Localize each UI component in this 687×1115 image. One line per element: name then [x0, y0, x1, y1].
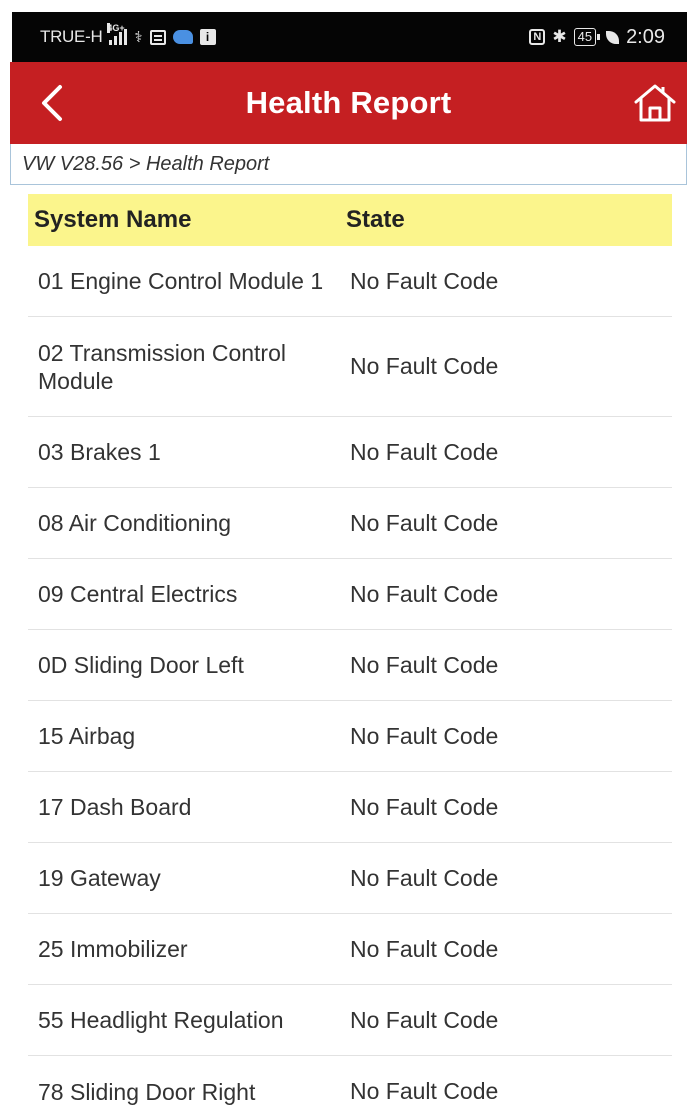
system-name-cell: 01 Engine Control Module 1: [38, 268, 324, 294]
carrier-name: TRUE-H: [40, 27, 103, 46]
battery-icon: 45: [573, 28, 601, 46]
clock: 2:09: [626, 25, 665, 48]
notes-icon: [149, 29, 166, 45]
network-type: 4G+: [107, 23, 125, 33]
state-cell: No Fault Code: [350, 864, 499, 891]
chevron-left-icon: [42, 85, 62, 121]
status-bar: TRUE-H 4G+ ⚕ i N ✱ 45 2:09: [12, 12, 687, 62]
table-row[interactable]: 19 Gateway No Fault Code: [28, 843, 672, 914]
power-saving-icon: [606, 30, 620, 44]
home-button[interactable]: [633, 82, 677, 124]
table-row[interactable]: 25 Immobilizer No Fault Code: [28, 914, 672, 985]
system-name-cell: 55 Headlight Regulation: [38, 1007, 284, 1033]
state-cell: No Fault Code: [350, 438, 499, 465]
system-name-cell: 19 Gateway: [38, 865, 161, 891]
system-name-cell: 78 Sliding Door Right: [38, 1078, 256, 1105]
state-cell: No Fault Code: [350, 1006, 499, 1033]
column-header-system-name: System Name: [34, 206, 192, 233]
bluetooth-icon: ✱: [552, 27, 567, 46]
signal-icon: 4G+: [107, 23, 128, 45]
info-icon: i: [199, 29, 216, 45]
system-name-cell: 25 Immobilizer: [38, 936, 188, 962]
table-row[interactable]: 02 Transmission Control Module No Fault …: [28, 317, 672, 417]
system-name-cell: 17 Dash Board: [38, 794, 192, 820]
state-cell: No Fault Code: [350, 509, 499, 536]
table-row[interactable]: 09 Central Electrics No Fault Code: [28, 559, 672, 630]
state-cell: No Fault Code: [350, 793, 499, 820]
table-row[interactable]: 08 Air Conditioning No Fault Code: [28, 488, 672, 559]
home-icon: [634, 84, 676, 122]
health-app-icon: [172, 30, 193, 44]
table-row[interactable]: 78 Sliding Door Right No Fault Code: [28, 1056, 672, 1115]
page-title: Health Report: [245, 85, 452, 120]
nfc-icon: N: [529, 29, 546, 45]
system-name-cell: 0D Sliding Door Left: [38, 652, 244, 678]
system-name-cell: 03 Brakes 1: [38, 439, 161, 465]
status-bar-right: N ✱ 45 2:09: [529, 26, 665, 49]
health-report-table: System Name State 01 Engine Control Modu…: [28, 194, 672, 1115]
state-cell: No Fault Code: [350, 1078, 499, 1104]
state-cell: No Fault Code: [350, 722, 499, 749]
table-header: System Name State: [28, 194, 672, 246]
breadcrumb: VW V28.56 > Health Report: [10, 144, 687, 185]
state-cell: No Fault Code: [350, 935, 499, 962]
column-header-state: State: [346, 206, 405, 233]
back-button[interactable]: [32, 82, 72, 124]
app-header: Health Report: [10, 62, 687, 144]
stethoscope-icon: ⚕: [134, 29, 143, 46]
table-row[interactable]: 55 Headlight Regulation No Fault Code: [28, 985, 672, 1056]
system-name-cell: 02 Transmission Control Module: [38, 339, 286, 394]
status-bar-left: TRUE-H 4G+ ⚕ i: [40, 23, 216, 47]
state-cell: No Fault Code: [350, 580, 499, 607]
table-row[interactable]: 01 Engine Control Module 1 No Fault Code: [28, 246, 672, 317]
system-name-cell: 09 Central Electrics: [38, 581, 238, 607]
state-cell: No Fault Code: [350, 267, 499, 294]
system-name-cell: 15 Airbag: [38, 723, 136, 749]
table-row[interactable]: 0D Sliding Door Left No Fault Code: [28, 630, 672, 701]
table-row[interactable]: 17 Dash Board No Fault Code: [28, 772, 672, 843]
table-row[interactable]: 15 Airbag No Fault Code: [28, 701, 672, 772]
table-row[interactable]: 03 Brakes 1 No Fault Code: [28, 417, 672, 488]
system-name-cell: 08 Air Conditioning: [38, 510, 232, 536]
state-cell: No Fault Code: [350, 651, 499, 678]
state-cell: No Fault Code: [350, 353, 499, 379]
